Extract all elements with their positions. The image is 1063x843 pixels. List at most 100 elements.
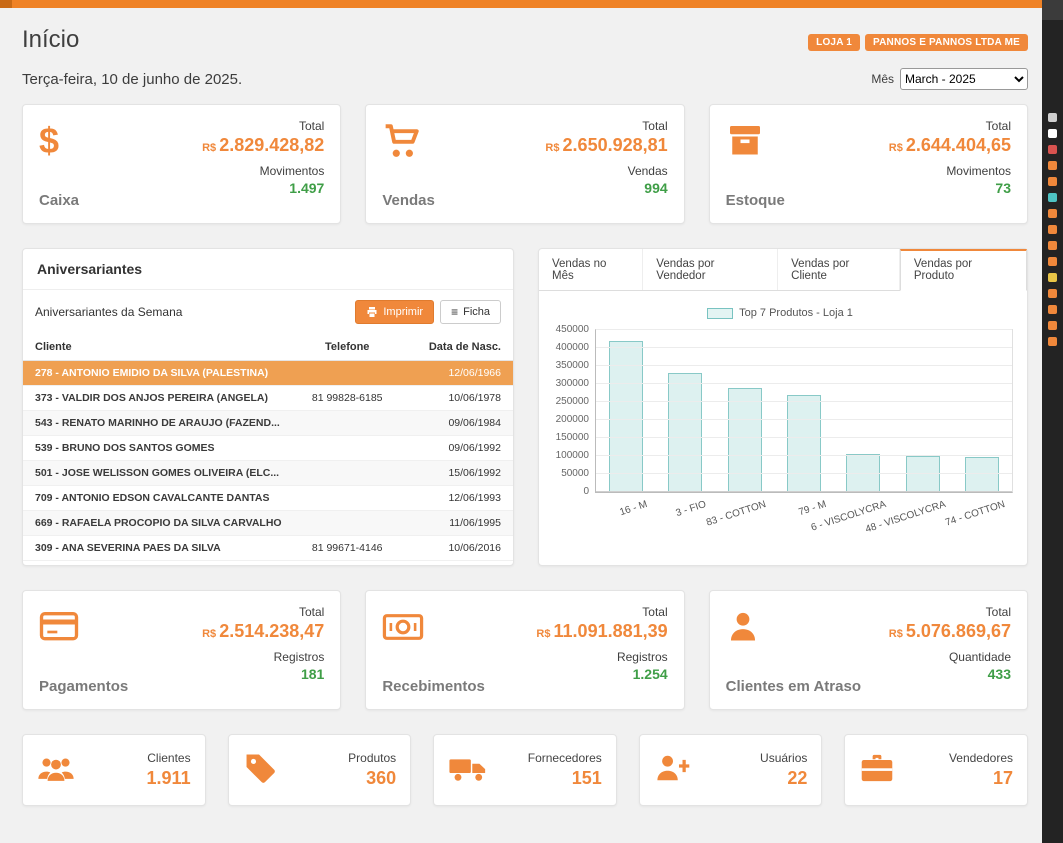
list-icon: ≡ bbox=[451, 306, 458, 318]
mini-card-vendedores[interactable]: Vendedores17 bbox=[844, 734, 1028, 806]
y-axis-tick: 250000 bbox=[556, 396, 589, 407]
birthday-row[interactable]: 709 - ANTONIO EDSON CAVALCANTE DANTAS12/… bbox=[23, 486, 513, 511]
y-axis-tick: 350000 bbox=[556, 360, 589, 371]
mini-card-fornecedores[interactable]: Fornecedores151 bbox=[433, 734, 617, 806]
count-value: 73 bbox=[889, 180, 1011, 196]
birthday-row[interactable]: 373 - VALDIR DOS ANJOS PEREIRA (ANGELA)8… bbox=[23, 386, 513, 411]
total-value: R$ 5.076.869,67 bbox=[889, 621, 1011, 642]
currency-symbol: R$ bbox=[545, 142, 562, 154]
tab-vendas-por-vendedor[interactable]: Vendas por Vendedor bbox=[643, 249, 778, 290]
cell-data-nasc: 12/06/1993 bbox=[403, 492, 501, 504]
birthday-row[interactable]: 543 - RENATO MARINHO DE ARAUJO (FAZEND..… bbox=[23, 411, 513, 436]
chart-legend: Top 7 Produtos - Loja 1 bbox=[547, 307, 1013, 319]
total-value: R$ 11.091.881,39 bbox=[536, 621, 667, 642]
menu-glyph[interactable] bbox=[1048, 145, 1057, 154]
menu-glyph[interactable] bbox=[1048, 321, 1057, 330]
currency-symbol: R$ bbox=[202, 142, 219, 154]
gridline bbox=[596, 365, 1012, 366]
menu-glyph[interactable] bbox=[1048, 113, 1057, 122]
birthday-row[interactable]: 309 - ANA SEVERINA PAES DA SILVA81 99671… bbox=[23, 536, 513, 561]
stat-card-name: Clientes em Atraso bbox=[726, 678, 861, 695]
sales-tabs: Vendas no MêsVendas por VendedorVendas p… bbox=[539, 249, 1027, 291]
cart-icon bbox=[382, 119, 435, 163]
menu-glyph[interactable] bbox=[1048, 209, 1057, 218]
mini-card-clientes[interactable]: Clientes1.911 bbox=[22, 734, 206, 806]
chart-y-axis: 0500001000001500002000002500003000003500… bbox=[547, 329, 595, 493]
count-value: 1.497 bbox=[202, 180, 324, 196]
col-header-telefone: Telefone bbox=[291, 341, 403, 353]
month-label: Mês bbox=[871, 72, 894, 86]
menu-glyph[interactable] bbox=[1048, 225, 1057, 234]
birthday-row[interactable]: 278 - ANTONIO EMIDIO DA SILVA (PALESTINA… bbox=[23, 361, 513, 386]
menu-glyph[interactable] bbox=[1048, 129, 1057, 138]
month-picker: Mês March - 2025 bbox=[871, 68, 1028, 90]
birthdays-table-header: Cliente Telefone Data de Nasc. bbox=[23, 334, 513, 361]
birthday-row[interactable]: 539 - BRUNO DOS SANTOS GOMES09/06/1992 bbox=[23, 436, 513, 461]
menu-glyph[interactable] bbox=[1048, 305, 1057, 314]
x-axis-label: 79 - M bbox=[797, 499, 827, 518]
total-label: Total bbox=[889, 605, 1011, 619]
menu-glyph[interactable] bbox=[1048, 193, 1057, 202]
stat-card-recebimentos[interactable]: RecebimentosTotalR$ 11.091.881,39Registr… bbox=[365, 590, 684, 710]
header-badges: LOJA 1 PANNOS E PANNOS LTDA ME bbox=[808, 34, 1028, 51]
chart-bar bbox=[728, 388, 762, 492]
collapsed-sidebar[interactable] bbox=[1042, 0, 1063, 843]
tag-icon bbox=[243, 751, 277, 790]
col-header-data-nasc: Data de Nasc. bbox=[403, 341, 501, 353]
print-button-label: Imprimir bbox=[383, 306, 423, 318]
ficha-button[interactable]: ≡ Ficha bbox=[440, 300, 501, 324]
x-axis-label: 16 - M bbox=[618, 499, 648, 518]
mini-card-produtos[interactable]: Produtos360 bbox=[228, 734, 412, 806]
total-value: R$ 2.650.928,81 bbox=[545, 135, 667, 156]
currency-symbol: R$ bbox=[202, 628, 219, 640]
sales-panel: Vendas no MêsVendas por VendedorVendas p… bbox=[538, 248, 1028, 566]
menu-glyph[interactable] bbox=[1048, 337, 1057, 346]
total-value: R$ 2.514.238,47 bbox=[202, 621, 324, 642]
birthdays-table-body: 278 - ANTONIO EMIDIO DA SILVA (PALESTINA… bbox=[23, 361, 513, 561]
chart-plot-area bbox=[595, 329, 1013, 493]
stat-card-estoque[interactable]: EstoqueTotalR$ 2.644.404,65Movimentos73 bbox=[709, 104, 1028, 224]
menu-glyph[interactable] bbox=[1048, 257, 1057, 266]
tab-vendas-por-produto[interactable]: Vendas por Produto bbox=[900, 249, 1027, 291]
gridline bbox=[596, 419, 1012, 420]
stat-card-vendas[interactable]: VendasTotalR$ 2.650.928,81Vendas994 bbox=[365, 104, 684, 224]
total-value: R$ 2.829.428,82 bbox=[202, 135, 324, 156]
cell-cliente: 309 - ANA SEVERINA PAES DA SILVA bbox=[35, 542, 291, 554]
mini-card-label: Usuários bbox=[760, 751, 807, 765]
stat-card-pagamentos[interactable]: PagamentosTotalR$ 2.514.238,47Registros1… bbox=[22, 590, 341, 710]
dashboard-page: Início LOJA 1 PANNOS E PANNOS LTDA ME Te… bbox=[0, 8, 1042, 843]
menu-glyph[interactable] bbox=[1048, 177, 1057, 186]
total-label: Total bbox=[545, 119, 667, 133]
chart-bar bbox=[965, 457, 999, 492]
company-badge[interactable]: PANNOS E PANNOS LTDA ME bbox=[865, 34, 1028, 51]
legend-swatch bbox=[707, 308, 733, 319]
count-label: Registros bbox=[536, 650, 667, 664]
menu-glyph[interactable] bbox=[1048, 241, 1057, 250]
count-value: 433 bbox=[889, 666, 1011, 682]
tab-vendas-no-ms[interactable]: Vendas no Mês bbox=[539, 249, 643, 290]
store-badge[interactable]: LOJA 1 bbox=[808, 34, 860, 51]
stat-card-clientes-em-atraso[interactable]: Clientes em AtrasoTotalR$ 5.076.869,67Qu… bbox=[709, 590, 1028, 710]
truck-icon bbox=[448, 753, 488, 788]
top-stat-cards: $CaixaTotalR$ 2.829.428,82Movimentos1.49… bbox=[22, 104, 1028, 224]
birthday-row[interactable]: 669 - RAFAELA PROCOPIO DA SILVA CARVALHO… bbox=[23, 511, 513, 536]
tab-vendas-por-cliente[interactable]: Vendas por Cliente bbox=[778, 249, 900, 290]
archive-icon bbox=[726, 119, 785, 163]
cell-telefone: 81 99828-6185 bbox=[291, 392, 403, 404]
stat-card-caixa[interactable]: $CaixaTotalR$ 2.829.428,82Movimentos1.49… bbox=[22, 104, 341, 224]
person-icon bbox=[726, 605, 861, 649]
menu-glyph[interactable] bbox=[1048, 289, 1057, 298]
month-select[interactable]: March - 2025 bbox=[900, 68, 1028, 90]
currency-symbol: R$ bbox=[889, 142, 906, 154]
cell-data-nasc: 10/06/1978 bbox=[403, 392, 501, 404]
banknote-icon bbox=[382, 605, 485, 649]
birthday-row[interactable]: 501 - JOSE WELISSON GOMES OLIVEIRA (ELC.… bbox=[23, 461, 513, 486]
amount: 2.514.238,47 bbox=[219, 621, 324, 641]
print-button[interactable]: Imprimir bbox=[355, 300, 434, 324]
mini-card-usurios[interactable]: Usuários22 bbox=[639, 734, 823, 806]
menu-glyph[interactable] bbox=[1048, 273, 1057, 282]
menu-glyph[interactable] bbox=[1048, 161, 1057, 170]
legend-label: Top 7 Produtos - Loja 1 bbox=[739, 307, 853, 319]
y-axis-tick: 300000 bbox=[556, 378, 589, 389]
y-axis-tick: 50000 bbox=[561, 468, 589, 479]
